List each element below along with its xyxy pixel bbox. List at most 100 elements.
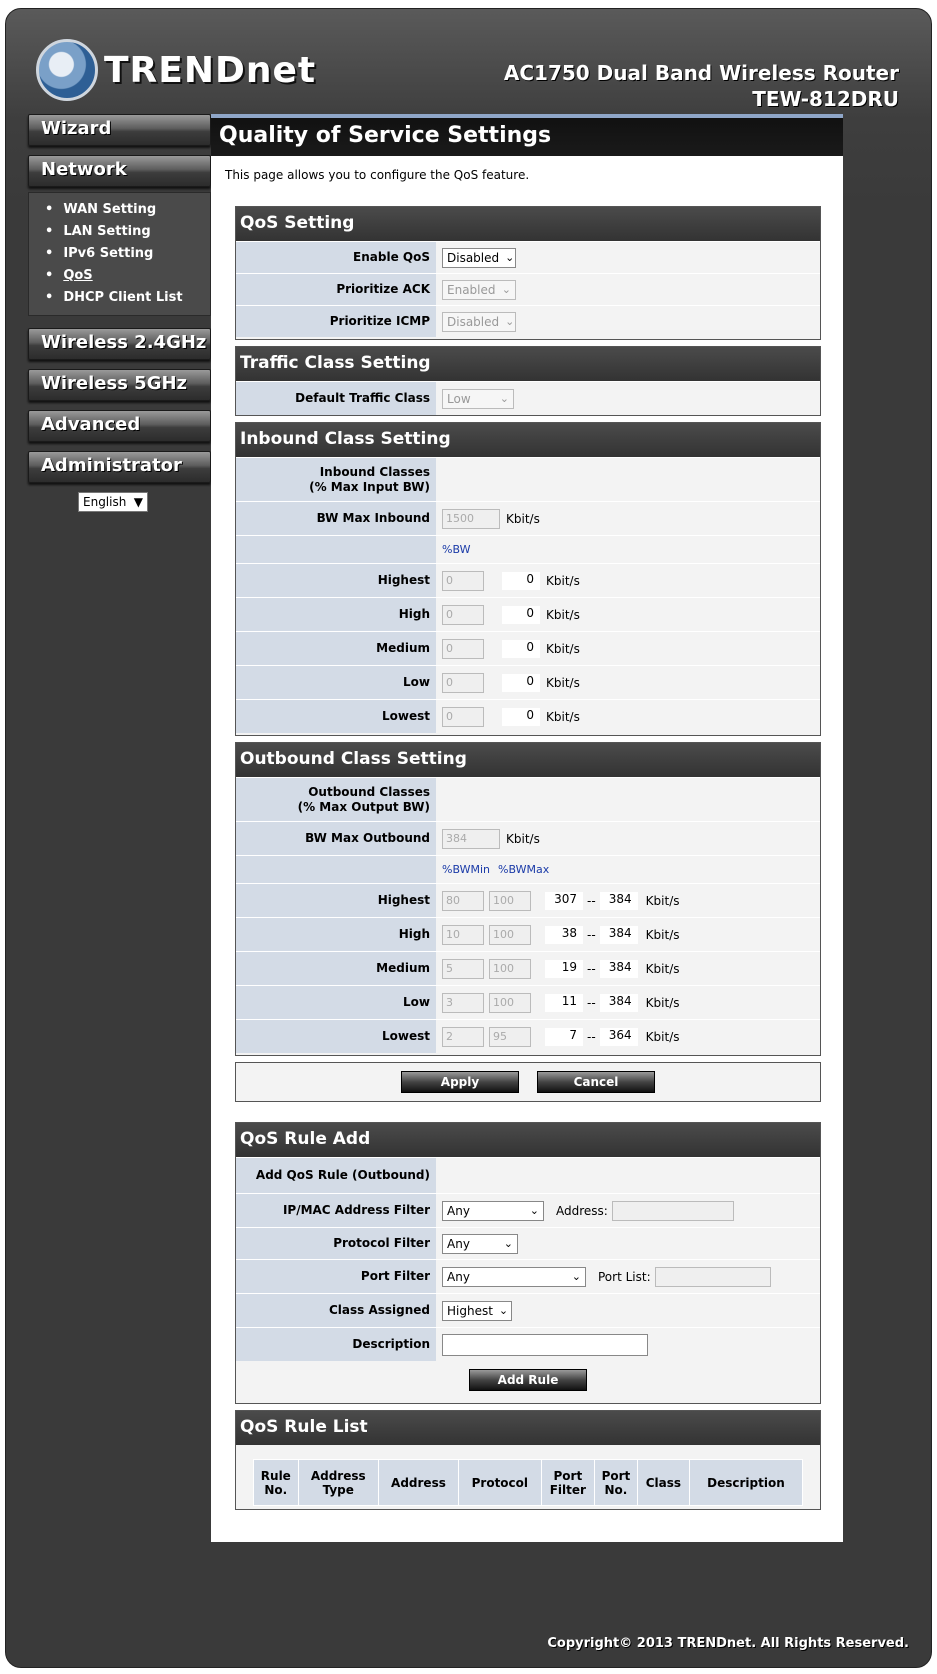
prioritize-icmp-label: Prioritize ICMP: [236, 306, 436, 337]
outbound-max-input[interactable]: 100: [489, 958, 531, 979]
address-input[interactable]: [611, 1200, 734, 1221]
inbound-head: Inbound Class Setting: [236, 423, 820, 457]
logo-text: TRENDnet: [104, 49, 317, 91]
pct-bw-label: %BW: [442, 543, 471, 556]
enable-qos-select[interactable]: Disabled ⌄: [442, 247, 516, 268]
unit-label: Kbit/s: [645, 995, 680, 1010]
chevron-down-icon: ⌄: [505, 251, 515, 264]
outbound-min-input[interactable]: 2: [442, 1026, 484, 1047]
outbound-class-label: High: [236, 918, 436, 951]
inbound-kbit-value: 0: [502, 605, 540, 624]
outbound-kmin-value: 11: [545, 993, 583, 1012]
product-model: TEW-812DRU: [752, 87, 899, 111]
port-filter-select[interactable]: Any ⌄: [442, 1266, 586, 1287]
prioritize-ack-label: Prioritize ACK: [236, 274, 436, 305]
description-label: Description: [236, 1328, 436, 1361]
nav-network[interactable]: Network: [28, 155, 211, 187]
outbound-class-label: Medium: [236, 952, 436, 985]
globe-icon: [36, 39, 98, 101]
unit-label: Kbit/s: [546, 607, 580, 622]
bw-max-inbound-input[interactable]: 1500: [442, 508, 500, 529]
outbound-kmax-value: 384: [599, 925, 638, 944]
inbound-class-label: Lowest: [236, 700, 436, 733]
outbound-min-input[interactable]: 3: [442, 992, 484, 1013]
inbound-panel: Inbound Class Setting Inbound Classes (% …: [235, 422, 821, 736]
add-rule-button[interactable]: Add Rule: [469, 1369, 587, 1391]
outbound-kmin-value: 19: [545, 959, 583, 978]
inbound-pct-input[interactable]: 0: [442, 570, 484, 591]
inbound-pct-input[interactable]: 0: [442, 604, 484, 625]
unit-label: Kbit/s: [506, 831, 540, 846]
sidebar-item-dhcp[interactable]: DHCP Client List: [45, 287, 210, 309]
rule-list-column: Port No.: [594, 1459, 638, 1506]
chevron-down-icon: ⌄: [501, 283, 511, 296]
unit-label: Kbit/s: [645, 961, 680, 976]
nav-advanced[interactable]: Advanced: [28, 410, 211, 442]
outbound-max-input[interactable]: 100: [489, 890, 531, 911]
nav-wizard[interactable]: Wizard: [28, 114, 211, 146]
inbound-class-label: High: [236, 598, 436, 631]
sidebar-item-lan[interactable]: LAN Setting: [45, 221, 210, 243]
qos-setting-head: QoS Setting: [236, 207, 820, 241]
nav-wireless-24[interactable]: Wireless 2.4GHz: [28, 328, 211, 360]
port-list-input[interactable]: [654, 1266, 771, 1287]
rule-list-column: Rule No.: [253, 1459, 299, 1506]
inbound-pct-input[interactable]: 0: [442, 638, 484, 659]
inbound-row: Low 0 0 Kbit/s: [236, 665, 820, 699]
inbound-pct-input[interactable]: 0: [442, 706, 484, 727]
default-class-label: Default Traffic Class: [236, 382, 436, 415]
outbound-min-input[interactable]: 10: [442, 924, 484, 945]
pct-bwmin-label: %BWMin: [442, 863, 491, 876]
inbound-classes-label: Inbound Classes (% Max Input BW): [236, 458, 436, 501]
address-label: Address:: [556, 1203, 608, 1218]
rule-list-column: Description: [688, 1459, 804, 1506]
add-rule-title: Add QoS Rule (Outbound): [236, 1158, 436, 1193]
outbound-max-input[interactable]: 100: [489, 924, 531, 945]
sidebar-item-qos[interactable]: QoS: [45, 265, 210, 287]
prioritize-ack-select[interactable]: Enabled ⌄: [442, 279, 516, 300]
bw-max-outbound-input[interactable]: 384: [442, 828, 500, 849]
nav-administrator[interactable]: Administrator: [28, 451, 211, 483]
rule-list-column: Class: [636, 1459, 690, 1506]
sidebar: Wizard Network WAN Setting LAN Setting I…: [28, 114, 213, 512]
trendnet-logo: TRENDnet: [36, 39, 316, 101]
outbound-classes-label: Outbound Classes (% Max Output BW): [236, 778, 436, 821]
cancel-button[interactable]: Cancel: [537, 1071, 655, 1093]
nav-wireless-5[interactable]: Wireless 5GHz: [28, 369, 211, 401]
description-input[interactable]: [442, 1333, 648, 1356]
default-class-select[interactable]: Low ⌄: [442, 388, 514, 409]
language-select[interactable]: English ▼: [78, 492, 148, 512]
outbound-row: Lowest 2 95 7 -- 364 Kbit/s: [236, 1019, 820, 1053]
copyright: Copyright© 2013 TRENDnet. All Rights Res…: [547, 1636, 909, 1651]
outbound-min-input[interactable]: 5: [442, 958, 484, 979]
apply-button[interactable]: Apply: [401, 1071, 519, 1093]
outbound-kmin-value: 7: [545, 1027, 583, 1046]
prioritize-icmp-select[interactable]: Disabled ⌄: [442, 311, 516, 332]
chevron-down-icon: ⌄: [529, 1204, 539, 1217]
rule-list-table: Rule No. Address Type Address Protocol Port Fil…: [253, 1459, 804, 1506]
main-content: Quality of Service Settings This page al…: [211, 114, 843, 1542]
class-assigned-select[interactable]: Highest ⌄: [442, 1300, 512, 1321]
sidebar-item-ipv6[interactable]: IPv6 Setting: [45, 243, 210, 265]
outbound-panel: Outbound Class Setting Outbound Classes(…: [235, 742, 821, 1056]
outbound-max-input[interactable]: 95: [489, 1026, 531, 1047]
outbound-row: Medium 5 100 19 -- 384 Kbit/s: [236, 951, 820, 985]
inbound-pct-input[interactable]: 0: [442, 672, 484, 693]
protocol-filter-select[interactable]: Any ⌄: [442, 1233, 518, 1254]
range-sep: --: [587, 995, 596, 1010]
traffic-class-panel: Traffic Class Setting Default Traffic Cl…: [235, 346, 821, 416]
outbound-min-input[interactable]: 80: [442, 890, 484, 911]
sidebar-item-wan[interactable]: WAN Setting: [45, 199, 210, 221]
outbound-row: High 10 100 38 -- 384 Kbit/s: [236, 917, 820, 951]
chevron-down-icon: ⌄: [503, 1237, 513, 1250]
outbound-kmin-value: 307: [545, 891, 583, 910]
outbound-row: Highest 80 100 307 -- 384 Kbit/s: [236, 883, 820, 917]
inbound-row: Highest 0 0 Kbit/s: [236, 563, 820, 597]
ipmac-filter-select[interactable]: Any ⌄: [442, 1200, 544, 1221]
rule-list-panel: QoS Rule List Rule No. Address Type Address P…: [235, 1410, 821, 1510]
enable-qos-label: Enable QoS: [236, 242, 436, 273]
outbound-max-input[interactable]: 100: [489, 992, 531, 1013]
unit-label: Kbit/s: [546, 709, 580, 724]
chevron-down-icon: ⌄: [499, 392, 509, 405]
outbound-kmax-value: 384: [599, 891, 638, 910]
